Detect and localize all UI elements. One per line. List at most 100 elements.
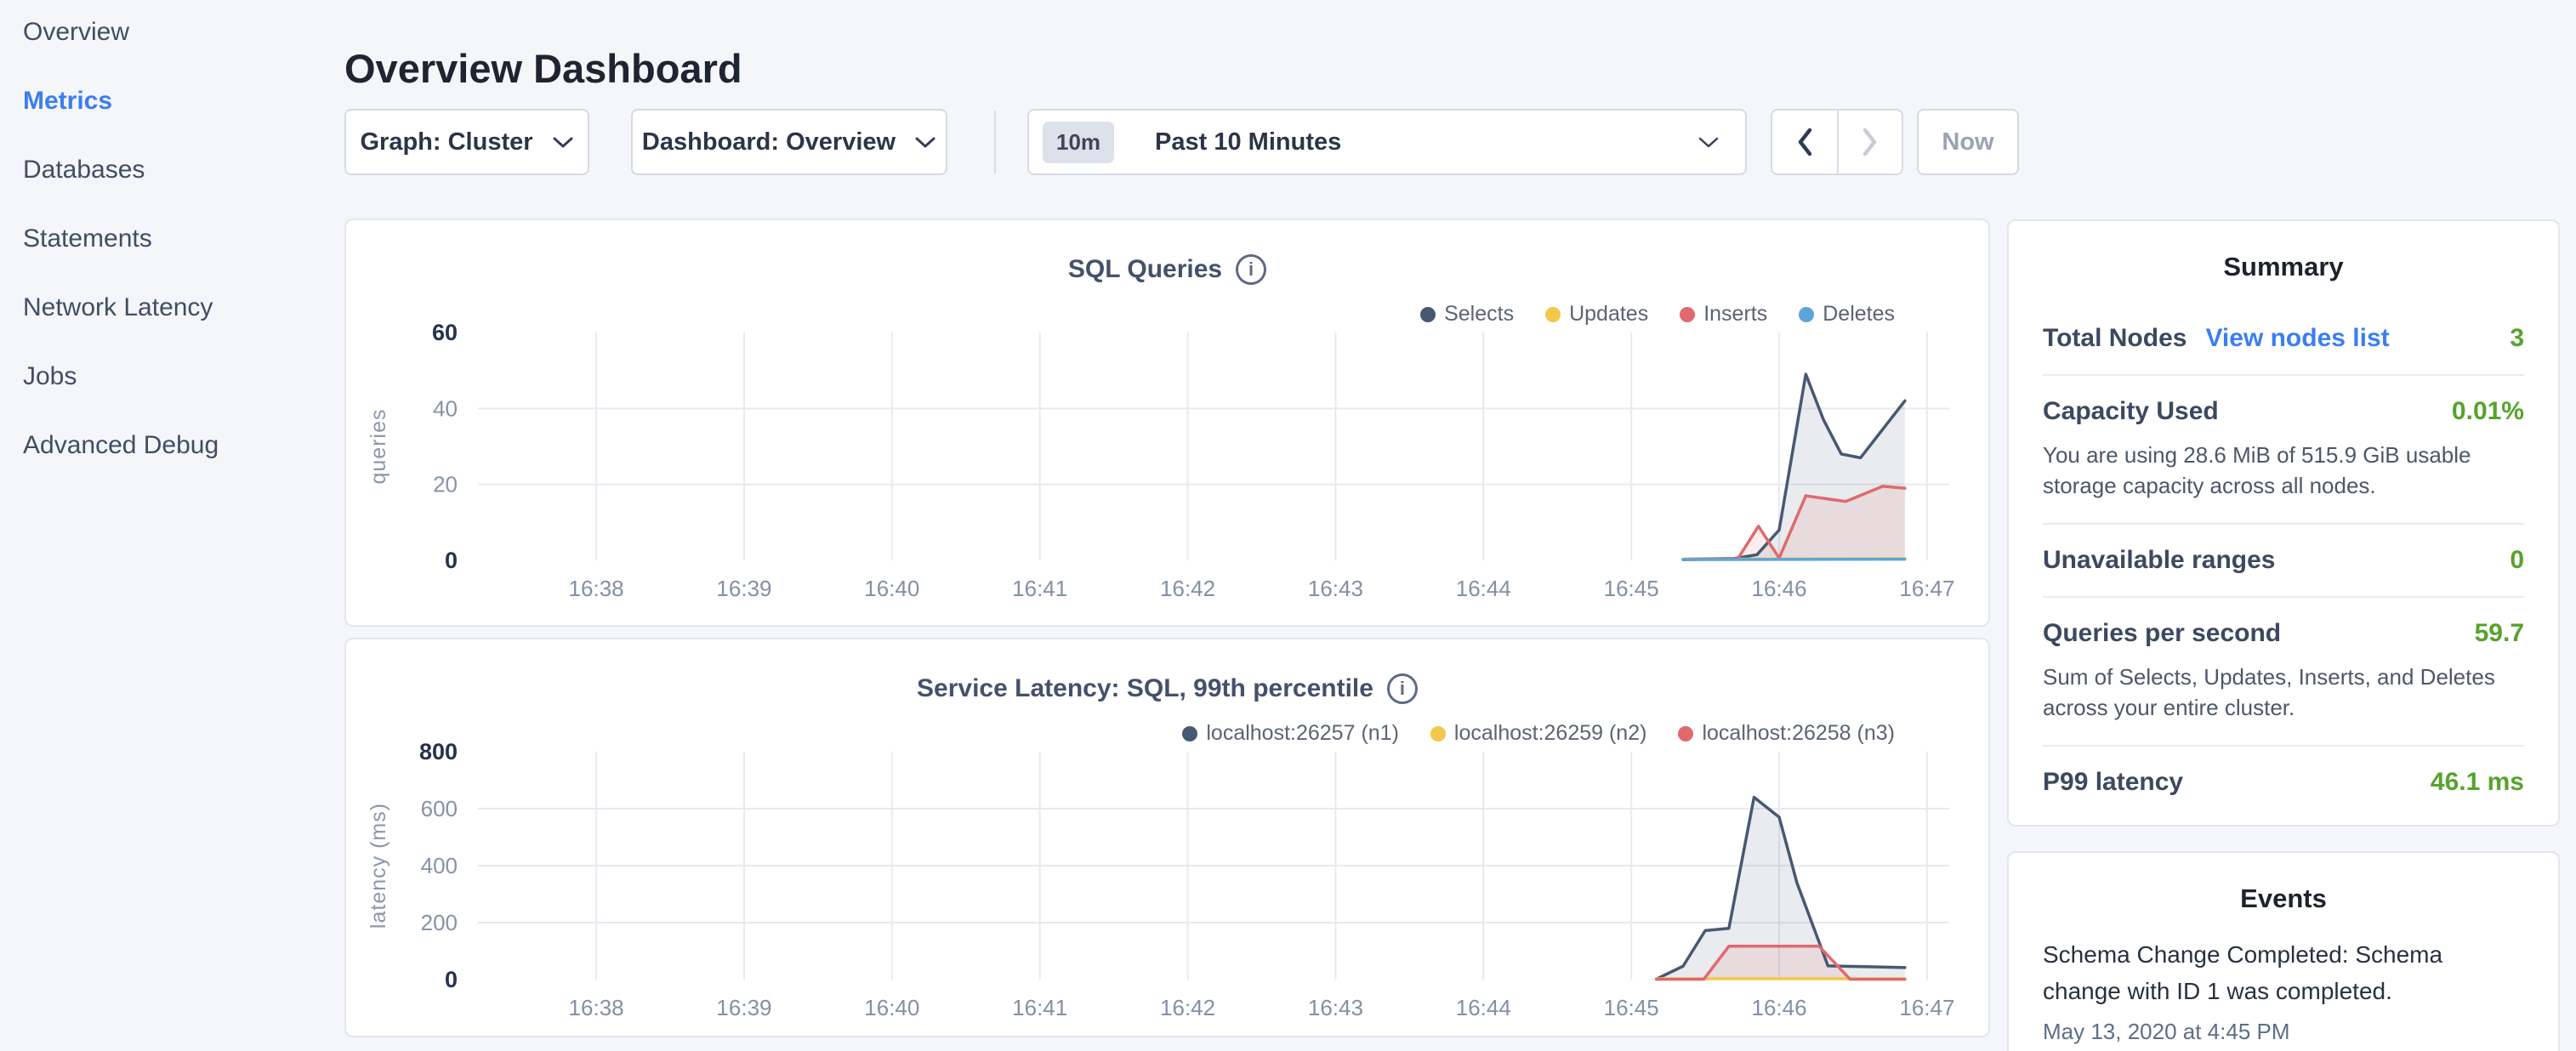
svg-text:16:39: 16:39 <box>716 576 771 601</box>
summary-value: 0 <box>2510 546 2524 575</box>
sidebar-item-databases[interactable]: Databases <box>23 155 340 185</box>
sidebar-item-network-latency[interactable]: Network Latency <box>23 293 340 323</box>
svg-text:16:38: 16:38 <box>569 576 624 601</box>
svg-text:40: 40 <box>433 395 458 421</box>
legend-label: localhost:26257 (n1) <box>1206 721 1399 746</box>
legend-label: Deletes <box>1823 302 1895 327</box>
summary-row-total-nodes: Total Nodes View nodes list 3 <box>2043 303 2524 374</box>
now-button-label: Now <box>1942 128 1993 156</box>
summary-value: 59.7 <box>2475 619 2524 648</box>
chevron-right-icon <box>1861 127 1879 157</box>
legend-dot <box>1799 307 1814 322</box>
legend-item-updates: Updates <box>1545 302 1648 327</box>
summary-label: Capacity Used <box>2043 397 2219 426</box>
view-nodes-list-link[interactable]: View nodes list <box>2205 324 2389 353</box>
chevron-down-icon <box>552 136 574 149</box>
toolbar-divider <box>994 111 996 173</box>
sidebar-item-jobs[interactable]: Jobs <box>23 361 340 392</box>
svg-text:16:45: 16:45 <box>1604 995 1659 1020</box>
legend-item-selects: Selects <box>1420 302 1514 327</box>
svg-text:16:46: 16:46 <box>1752 995 1807 1020</box>
chart-legend: Selects Updates Inserts Deletes <box>1420 302 1895 327</box>
chevron-down-icon <box>914 136 936 149</box>
events-panel: Events Schema Change Completed: Schema c… <box>2007 851 2560 1051</box>
event-list-item: Schema Change Completed: Schema change w… <box>2043 936 2524 1045</box>
svg-text:60: 60 <box>432 320 458 345</box>
time-range-dropdown[interactable]: 10m Past 10 Minutes <box>1027 109 1747 175</box>
svg-text:20: 20 <box>433 472 458 497</box>
svg-text:600: 600 <box>421 796 458 821</box>
summary-heading: Summary <box>2043 252 2524 282</box>
legend-dot <box>1678 726 1693 741</box>
summary-panel: Summary Total Nodes View nodes list 3 Ca… <box>2007 219 2560 827</box>
legend-item-localhost-26258-n3: localhost:26258 (n3) <box>1678 721 1895 746</box>
chart-legend: localhost:26257 (n1) localhost:26259 (n2)… <box>1182 721 1895 746</box>
svg-text:16:41: 16:41 <box>1012 995 1067 1020</box>
svg-text:16:39: 16:39 <box>716 995 771 1020</box>
graph-scope-dropdown[interactable]: Graph: Cluster <box>344 109 589 175</box>
sidebar-item-advanced-debug[interactable]: Advanced Debug <box>23 430 340 461</box>
summary-label: Unavailable ranges <box>2043 546 2275 575</box>
legend-label: localhost:26258 (n3) <box>1702 721 1895 746</box>
sidebar-item-overview[interactable]: Overview <box>23 17 340 48</box>
chart-title: SQL Queries <box>1068 255 1222 284</box>
svg-text:16:45: 16:45 <box>1604 576 1659 601</box>
time-range-label: Past 10 Minutes <box>1155 128 1679 156</box>
svg-text:16:43: 16:43 <box>1308 576 1363 601</box>
dashboard-label: Dashboard: Overview <box>642 128 896 156</box>
svg-text:16:47: 16:47 <box>1899 995 1954 1020</box>
summary-description: You are using 28.6 MiB of 515.9 GiB usab… <box>2043 440 2524 502</box>
svg-text:400: 400 <box>421 853 458 878</box>
svg-text:16:40: 16:40 <box>864 576 919 601</box>
svg-text:16:42: 16:42 <box>1160 995 1215 1020</box>
svg-text:queries: queries <box>367 409 390 485</box>
time-step-forward-button[interactable] <box>1837 111 1902 173</box>
summary-value: 46.1 ms <box>2431 768 2524 797</box>
svg-text:16:43: 16:43 <box>1308 995 1363 1020</box>
summary-value: 0.01% <box>2452 397 2524 426</box>
summary-row-queries-per-second: Queries per second 59.7 Sum of Selects, … <box>2043 596 2524 745</box>
events-heading: Events <box>2043 883 2524 914</box>
sidebar-nav: Overview Metrics Databases Statements Ne… <box>0 0 340 1051</box>
svg-text:16:47: 16:47 <box>1899 576 1954 601</box>
now-button[interactable]: Now <box>1917 109 2019 175</box>
svg-text:16:44: 16:44 <box>1456 995 1511 1020</box>
legend-label: Inserts <box>1703 302 1767 327</box>
graph-scope-label: Graph: Cluster <box>360 128 532 156</box>
chart-header: SQL Queries i <box>346 254 1988 285</box>
summary-description: Sum of Selects, Updates, Inserts, and De… <box>2043 662 2524 724</box>
dashboard-dropdown[interactable]: Dashboard: Overview <box>631 109 947 175</box>
summary-row-unavailable-ranges: Unavailable ranges 0 <box>2043 523 2524 596</box>
chevron-down-icon <box>1697 136 1720 149</box>
svg-text:800: 800 <box>419 739 458 764</box>
legend-dot <box>1182 726 1197 741</box>
event-message: Schema Change Completed: Schema change w… <box>2043 936 2524 1010</box>
chart-panel-service-latency: Service Latency: SQL, 99th percentileilo… <box>344 638 1990 1037</box>
summary-label: Queries per second <box>2043 619 2281 648</box>
summary-row-capacity-used: Capacity Used 0.01% You are using 28.6 M… <box>2043 374 2524 523</box>
chevron-left-icon <box>1795 127 1814 157</box>
info-icon[interactable]: i <box>1387 673 1418 704</box>
svg-text:0: 0 <box>445 548 458 573</box>
summary-label: Total Nodes <box>2043 324 2186 353</box>
summary-label: P99 latency <box>2043 768 2183 797</box>
legend-item-localhost-26259-n2: localhost:26259 (n2) <box>1430 721 1647 746</box>
svg-text:16:40: 16:40 <box>864 995 919 1020</box>
page-title: Overview Dashboard <box>344 45 742 92</box>
sidebar-item-statements[interactable]: Statements <box>23 224 340 254</box>
legend-dot <box>1545 307 1561 322</box>
svg-text:latency (ms): latency (ms) <box>367 803 390 929</box>
legend-dot <box>1680 307 1695 322</box>
legend-item-localhost-26257-n1: localhost:26257 (n1) <box>1182 721 1399 746</box>
sidebar-item-metrics[interactable]: Metrics <box>23 86 340 116</box>
chart-title: Service Latency: SQL, 99th percentile <box>917 674 1373 703</box>
info-icon[interactable]: i <box>1236 254 1266 285</box>
legend-dot <box>1430 726 1446 741</box>
legend-item-deletes: Deletes <box>1799 302 1895 327</box>
svg-text:200: 200 <box>421 910 458 935</box>
svg-text:16:46: 16:46 <box>1752 576 1807 601</box>
time-step-back-button[interactable] <box>1772 111 1837 173</box>
legend-label: Selects <box>1444 302 1514 327</box>
svg-text:16:44: 16:44 <box>1456 576 1511 601</box>
summary-value: 3 <box>2510 324 2524 353</box>
